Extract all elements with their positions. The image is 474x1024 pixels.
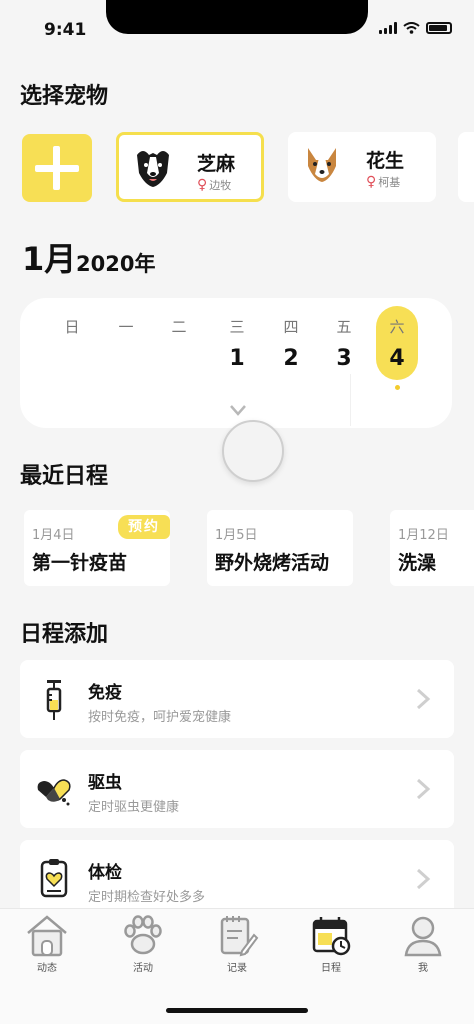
wifi-icon [403, 22, 420, 34]
home-indicator [166, 1008, 308, 1013]
schedule-title: 洗澡 [398, 552, 437, 574]
schedule-title: 第一针疫苗 [32, 552, 128, 574]
status-bar: 9:41 [0, 0, 474, 54]
appointment-badge: 预约 [118, 515, 170, 539]
schedule-date: 1月4日 [32, 528, 75, 543]
item-title: 体检 [88, 863, 122, 883]
tab-schedule[interactable]: 日程 [284, 909, 378, 979]
item-subtitle: 定时驱虫更健康 [88, 800, 180, 815]
calendar-day[interactable]: 3 [329, 346, 359, 371]
battery-icon [426, 22, 452, 34]
signal-icon [379, 22, 397, 34]
recent-section-title: 最近日程 [20, 464, 109, 489]
schedule-title: 野外烧烤活动 [215, 552, 330, 574]
schedule-date: 1月5日 [215, 528, 258, 543]
female-icon: ♀ [197, 177, 208, 193]
tab-label: 记录 [227, 963, 247, 974]
calendar-month: 1月 [22, 240, 77, 278]
add-vaccine-item[interactable]: 免疫 按时免疫，呵护爱宠健康 [20, 660, 454, 738]
pet-breed: ♀ 边牧 [197, 177, 231, 193]
tab-label: 我 [418, 963, 428, 974]
weekday-sun: 日 [64, 318, 80, 336]
notch [106, 0, 368, 34]
pet-card-huasheng[interactable]: 花生 ♀ 柯基 [288, 132, 436, 202]
calendar-icon [312, 917, 351, 956]
divider [350, 374, 351, 426]
weekday-thu: 四 [283, 318, 299, 336]
syringe-icon [46, 680, 62, 720]
chevron-right-icon [416, 868, 431, 890]
pill-icon [37, 779, 71, 806]
item-title: 免疫 [88, 683, 122, 703]
weekday-tue: 二 [171, 318, 187, 336]
paw-icon [124, 915, 162, 955]
clipboard-heart-icon [40, 859, 68, 898]
female-icon: ♀ [366, 174, 377, 190]
calendar-day[interactable]: 2 [276, 346, 306, 371]
schedule-card[interactable]: 1月4日 预约 第一针疫苗 [24, 510, 170, 586]
pet-selector: 芝麻 ♀ 边牧 花生 ♀ 柯基 [22, 132, 474, 204]
pet-photo-corgi [302, 144, 342, 188]
tab-feed[interactable]: 动态 [0, 909, 94, 979]
tab-label: 动态 [37, 963, 57, 974]
event-dot [395, 385, 400, 390]
tab-label: 日程 [321, 963, 341, 974]
pet-section-title: 选择宠物 [20, 84, 109, 109]
tab-records[interactable]: 记录 [190, 909, 284, 979]
calendar-day-selected[interactable]: 4 [382, 346, 412, 371]
calendar-year: 2020年 [76, 252, 156, 276]
schedule-date: 1月12日 [398, 528, 449, 543]
chevron-down-icon [230, 405, 246, 416]
notepad-icon [220, 916, 259, 957]
chevron-right-icon [416, 778, 431, 800]
add-deworm-item[interactable]: 驱虫 定时驱虫更健康 [20, 750, 454, 828]
item-title: 驱虫 [88, 773, 122, 793]
pet-name: 芝麻 [197, 153, 236, 175]
weekday-fri: 五 [336, 318, 352, 336]
tab-bar: 动态 活动 记录 日程 我 [0, 908, 474, 1024]
status-time: 9:41 [44, 20, 87, 40]
pet-card-next[interactable] [458, 132, 474, 202]
pet-breed-label: 边牧 [209, 179, 232, 192]
calendar-expand-handle[interactable] [222, 420, 284, 482]
pet-name: 花生 [366, 150, 405, 172]
pet-breed-label: 柯基 [378, 176, 401, 189]
add-checkup-item[interactable]: 体检 定时期检查好处多多 [20, 840, 454, 908]
schedule-card[interactable]: 1月12日 洗澡 [390, 510, 474, 586]
pet-breed: ♀ 柯基 [366, 174, 400, 190]
status-icons [379, 22, 452, 34]
item-subtitle: 按时免疫，呵护爱宠健康 [88, 710, 232, 725]
calendar-day[interactable]: 1 [222, 346, 252, 371]
weekday-sat: 六 [389, 318, 405, 336]
item-subtitle: 定时期检查好处多多 [88, 890, 206, 905]
home-icon [27, 915, 67, 957]
chevron-right-icon [416, 688, 431, 710]
add-pet-button[interactable] [22, 134, 92, 202]
weekday-mon: 一 [118, 318, 134, 336]
schedule-card[interactable]: 1月5日 野外烧烤活动 [207, 510, 353, 586]
tab-label: 活动 [133, 963, 153, 974]
tab-activity[interactable]: 活动 [96, 909, 190, 979]
pet-photo-border-collie [133, 147, 173, 191]
profile-icon [404, 916, 442, 957]
weekday-wed: 三 [229, 318, 245, 336]
tab-profile[interactable]: 我 [376, 909, 470, 979]
pet-card-zhima[interactable]: 芝麻 ♀ 边牧 [116, 132, 264, 202]
add-schedule-title: 日程添加 [20, 622, 109, 647]
